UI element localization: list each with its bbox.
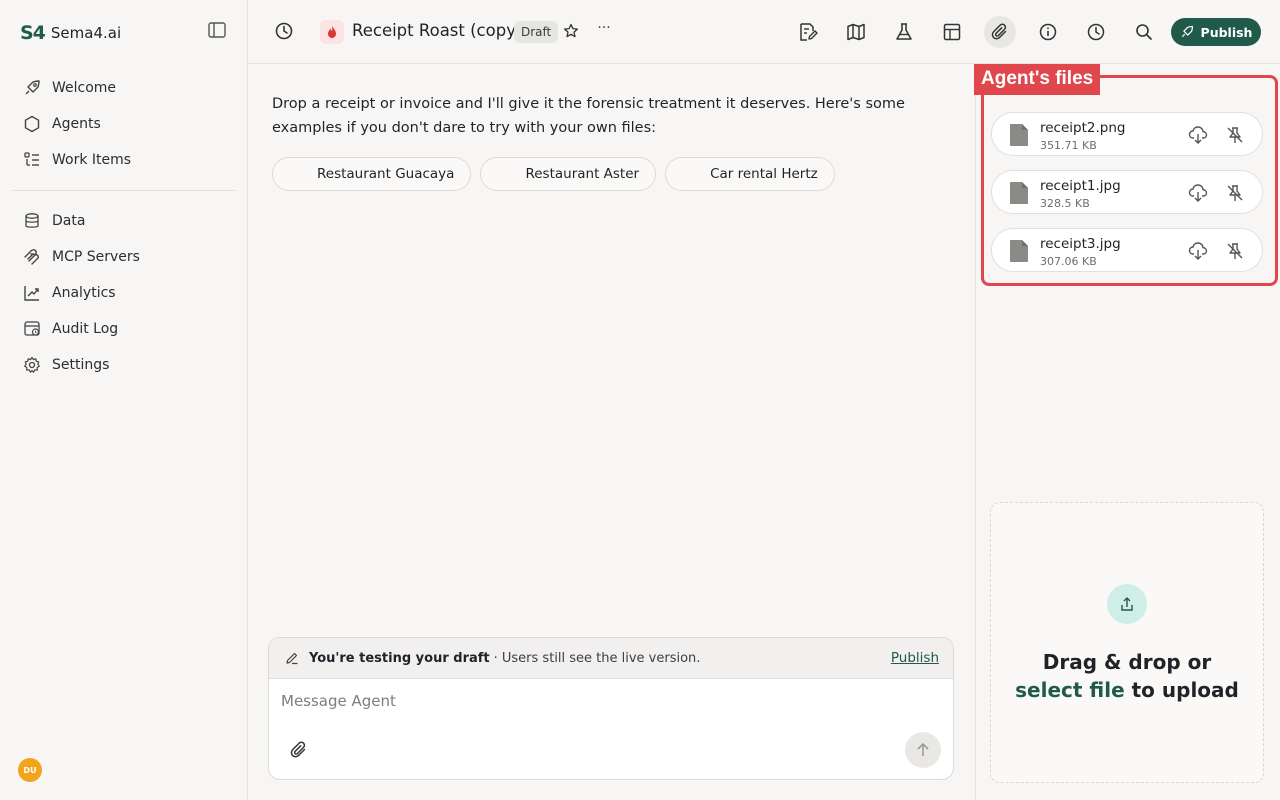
publish-button[interactable]: Publish (1171, 18, 1261, 46)
mcp-icon (22, 247, 42, 267)
sidebar-item-label: Audit Log (52, 321, 119, 337)
rocket-icon (1180, 25, 1194, 39)
dropzone-text: Drag & drop or select file to upload (991, 648, 1263, 704)
sidebar-item-work-items[interactable]: Work Items (12, 142, 236, 178)
audit-icon (22, 319, 42, 339)
attach-icon[interactable] (289, 740, 309, 760)
sidebar-item-analytics[interactable]: Analytics (12, 275, 236, 311)
avatar[interactable]: DU (18, 758, 42, 782)
analytics-icon (22, 283, 42, 303)
example-chip[interactable]: Restaurant Aster (480, 157, 657, 191)
example-chip[interactable]: Car rental Hertz (665, 157, 835, 191)
publish-link[interactable]: Publish (891, 650, 939, 666)
sidebar-item-label: Work Items (52, 152, 132, 168)
sidebar-item-label: Data (52, 213, 86, 229)
clock-icon[interactable] (1080, 16, 1112, 48)
message-input[interactable] (281, 690, 881, 712)
flask-icon[interactable] (888, 16, 920, 48)
sidebar-item-audit-log[interactable]: Audit Log (12, 311, 236, 347)
agent-title: Receipt Roast (copy) (352, 21, 523, 40)
upload-icon (1107, 584, 1147, 624)
upload-dropzone[interactable]: Drag & drop or select file to upload (990, 502, 1264, 783)
pencil-icon (285, 651, 299, 665)
agent-avatar-icon (320, 20, 344, 44)
chat-area: Drop a receipt or invoice and I'll give … (248, 65, 974, 800)
example-chip[interactable]: Restaurant Guacaya (272, 157, 472, 191)
list-icon (22, 150, 42, 170)
dropzone-line2-rest: to upload (1124, 678, 1239, 702)
nav-divider (12, 190, 236, 191)
map-icon[interactable] (840, 16, 872, 48)
sidebar-item-data[interactable]: Data (12, 203, 236, 239)
publish-button-label: Publish (1200, 24, 1253, 40)
brand[interactable]: S4 Sema4.ai (20, 22, 121, 44)
dropzone-line2: select file to upload (991, 676, 1263, 704)
more-options-button[interactable]: ··· (595, 20, 613, 40)
dropzone-line1: Drag & drop or (1042, 650, 1212, 674)
search-icon[interactable] (1128, 16, 1160, 48)
sidebar-item-label: MCP Servers (52, 249, 140, 265)
sidebar: S4 Sema4.ai Welcome Agents Work Items Da… (0, 0, 248, 800)
toolbar-icons (792, 16, 1160, 48)
sidebar-item-label: Analytics (52, 285, 116, 301)
draft-notice-text: · Users still see the live version. (493, 650, 701, 666)
example-chips: Restaurant Guacaya Restaurant Aster Car … (272, 157, 835, 191)
sidebar-item-mcp-servers[interactable]: MCP Servers (12, 239, 236, 275)
rocket-icon (22, 78, 42, 98)
agent-intro-message: Drop a receipt or invoice and I'll give … (272, 96, 905, 136)
sidebar-item-settings[interactable]: Settings (12, 347, 236, 383)
info-icon[interactable] (1032, 16, 1064, 48)
logo-mark: S4 (20, 22, 46, 44)
table-icon[interactable] (936, 16, 968, 48)
arrow-up-icon (915, 742, 931, 758)
gear-icon (22, 355, 42, 375)
send-button[interactable] (905, 732, 941, 768)
history-icon[interactable] (274, 21, 298, 43)
sidebar-item-agents[interactable]: Agents (12, 106, 236, 142)
brand-name: Sema4.ai (50, 24, 122, 42)
files-highlight-box (981, 75, 1278, 286)
nav-primary: Welcome Agents Work Items (12, 70, 236, 178)
paperclip-icon[interactable] (984, 16, 1016, 48)
draft-notice: You're testing your draft · Users still … (269, 638, 953, 679)
files-highlight-label: Agent's files (974, 64, 1101, 95)
status-badge: Draft (514, 21, 559, 43)
database-icon (22, 211, 42, 231)
message-composer: You're testing your draft · Users still … (268, 637, 954, 780)
top-bar: Receipt Roast (copy) Draft ··· Publish (248, 0, 1280, 64)
sidebar-item-label: Settings (52, 357, 110, 373)
edit-runbook-icon[interactable] (792, 16, 824, 48)
sidebar-item-label: Welcome (52, 80, 117, 96)
star-icon[interactable] (563, 23, 581, 41)
hexagon-icon (22, 114, 42, 134)
select-file-link[interactable]: select file (1015, 678, 1125, 702)
sidebar-toggle-icon[interactable] (208, 22, 228, 42)
sidebar-item-label: Agents (52, 116, 101, 132)
sidebar-item-welcome[interactable]: Welcome (12, 70, 236, 106)
nav-secondary: Data MCP Servers Analytics Audit Log Set… (12, 203, 236, 383)
draft-notice-bold: You're testing your draft (309, 650, 490, 666)
